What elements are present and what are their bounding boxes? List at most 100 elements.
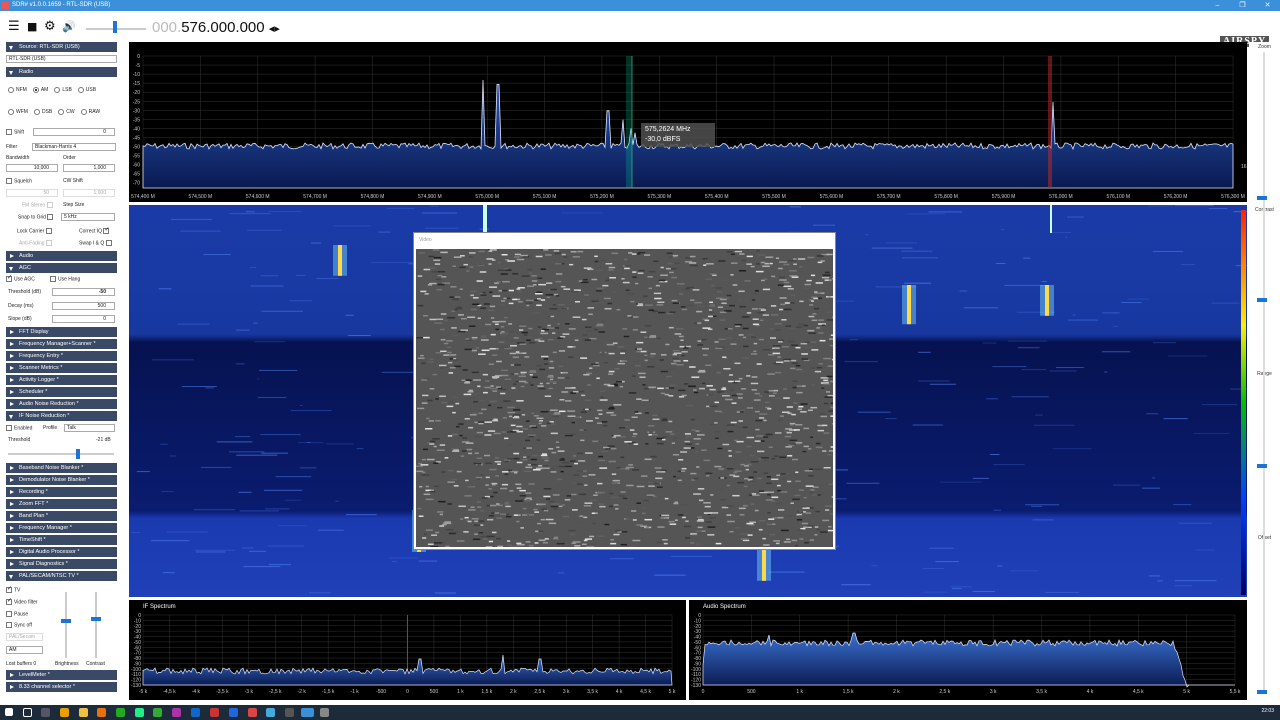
radio-header[interactable]: Radio [6, 67, 117, 77]
video-window[interactable]: Video [413, 232, 841, 550]
plugin-header-1[interactable]: 8.33 channel selector * [6, 682, 117, 692]
mode-am-radio[interactable]: AM [32, 87, 48, 93]
plugin-header-6[interactable]: TimeShift * [6, 535, 117, 545]
squelch-input[interactable]: 50 [6, 189, 58, 197]
contrast-slider[interactable] [91, 592, 101, 658]
gear-icon[interactable]: ⚙ [44, 20, 56, 33]
fft-display-header[interactable]: FFT Display [6, 327, 117, 337]
lock-carrier-checkbox[interactable]: Lock Carrier [17, 228, 54, 235]
if-spectrum-panel[interactable]: IF Spectrum 0 -10 -20 -30 -40 -50 -60 -70 -80 -90… [129, 600, 686, 700]
plugin-header-1[interactable]: Frequency Entry * [6, 351, 117, 361]
mode-nfm-radio[interactable]: NFM [8, 87, 27, 93]
audio-spectrum-panel[interactable]: Audio Spectrum 0 -10 -20 -30 -40 -50 -60 -70 -80… [689, 600, 1247, 700]
plugin-header-5[interactable]: Audio Noise Reduction * [6, 399, 117, 409]
order-input[interactable]: 1,000 [63, 164, 115, 172]
folder-icon[interactable] [79, 708, 88, 717]
source-header[interactable]: Source: RTL-SDR (USB) [6, 42, 117, 52]
plugin-header-4[interactable]: Scheduler * [6, 387, 117, 397]
snap-to-grid-checkbox[interactable]: Snap to Grid [18, 214, 55, 221]
stop-icon[interactable]: ■ [27, 20, 37, 33]
search-icon[interactable] [23, 708, 32, 717]
mode-dsb-radio[interactable]: DSB [33, 109, 52, 115]
audio-header[interactable]: Audio [6, 251, 117, 261]
plugin-header-1[interactable]: Demodulator Noise Blanker * [6, 475, 117, 485]
range-slider[interactable] [1257, 464, 1267, 468]
plugin-header-8[interactable]: Signal Diagnostics * [6, 559, 117, 569]
app-icon-1[interactable] [135, 708, 144, 717]
anti-fading-checkbox[interactable]: Anti-Fading [19, 240, 54, 247]
plugin-header-3[interactable]: Activity Logger * [6, 375, 117, 385]
start-icon[interactable] [5, 708, 13, 716]
bandwidth-input[interactable]: 10,000 [6, 164, 58, 172]
squelch-checkbox[interactable]: Squelch [6, 178, 32, 185]
app-icon-8[interactable] [320, 708, 329, 717]
mode-usb-radio[interactable]: USB [77, 87, 96, 93]
if-spectrum-plot[interactable]: 0-10-20-30-40-50-60-70-80-90-100-110-120… [129, 600, 686, 700]
app-icon-3[interactable] [191, 708, 200, 717]
plugin-header-0[interactable]: Frequency Manager+Scanner * [6, 339, 117, 349]
firefox-icon[interactable] [97, 708, 106, 717]
fmstereo-checkbox[interactable]: FM Stereo [22, 202, 55, 209]
frequency-display[interactable]: 000.576.000.000 ◂▸ [152, 20, 280, 37]
cwshift-input[interactable]: 1,000 [63, 189, 115, 197]
nr-threshold-slider[interactable] [8, 449, 114, 459]
mode-wfm-radio[interactable]: WFM [8, 109, 28, 115]
app-icon-7[interactable] [285, 708, 294, 717]
tv-checkbox[interactable]: TV [6, 586, 20, 594]
agc-header[interactable]: AGC [6, 263, 117, 273]
plugin-header-7[interactable]: Digital Audio Processor * [6, 547, 117, 557]
pause-checkbox[interactable]: Pause [6, 611, 28, 618]
stepsize-select[interactable]: 5 kHz [61, 213, 115, 221]
menu-icon[interactable]: ☰ [8, 20, 20, 33]
shift-value[interactable]: 0 [33, 128, 115, 136]
app-icon-4[interactable] [210, 708, 219, 717]
plugin-header-2[interactable]: Recording * [6, 487, 117, 497]
nr-profile-select[interactable]: Talk [64, 424, 115, 432]
nr-enabled-checkbox[interactable]: Enabled [6, 425, 32, 432]
excel-icon[interactable] [153, 708, 162, 717]
plugin-header-9[interactable]: PAL/SECAM/NTSC TV * [6, 571, 117, 581]
app-icon-5[interactable] [229, 708, 238, 717]
video-filter-checkbox[interactable]: Video filter [6, 598, 38, 606]
app-icon-6[interactable] [266, 708, 275, 717]
use-agc-checkbox[interactable]: Use AGC [6, 275, 35, 283]
spectrum-plot[interactable]: 0-5-10-15-20-25-30-35-40-45-50-55-60-65-… [129, 42, 1247, 202]
plugin-header-0[interactable]: LevelMeter * [6, 670, 117, 680]
plugin-header-6[interactable]: IF Noise Reduction * [6, 411, 117, 421]
audio-spectrum-plot[interactable]: 0-10-20-30-40-50-60-70-80-90-100-110-120… [689, 600, 1247, 700]
mode-raw-radio[interactable]: RAW [80, 109, 100, 115]
zoom-slider[interactable] [1257, 196, 1267, 200]
swap-iq-checkbox[interactable]: Swap I & Q [79, 240, 114, 247]
tv-standard-select[interactable]: PAL/Secam [6, 633, 43, 641]
filter-select[interactable]: Blackman-Harris 4 [32, 143, 116, 151]
plugin-header-5[interactable]: Frequency Manager * [6, 523, 117, 533]
app-icon-2[interactable] [172, 708, 181, 717]
correct-iq-checkbox[interactable]: Correct IQ [79, 227, 111, 235]
sync-off-checkbox[interactable]: Sync off [6, 622, 32, 629]
volume-slider[interactable] [86, 21, 146, 33]
plugin-header-4[interactable]: Band Plan * [6, 511, 117, 521]
plugin-header-2[interactable]: Scanner Metrics * [6, 363, 117, 373]
maximize-button[interactable]: ❐ [1230, 0, 1255, 11]
sdrsharp-taskbar-icon[interactable] [301, 708, 314, 717]
minimize-button[interactable]: – [1205, 0, 1230, 11]
offset-slider[interactable] [1257, 690, 1267, 694]
explorer-icon[interactable] [60, 708, 69, 717]
close-button[interactable]: ✕ [1255, 0, 1280, 11]
brightness-slider[interactable] [61, 592, 71, 658]
shift-checkbox[interactable]: Shift [6, 129, 24, 136]
contrast-slider-right[interactable] [1257, 298, 1267, 302]
tv-modulation-select[interactable]: AM [6, 646, 43, 654]
chrome-icon[interactable] [248, 708, 257, 717]
decay-input[interactable]: 500 [52, 302, 115, 310]
volume-icon[interactable]: 🔊 [62, 20, 76, 33]
task-view-icon[interactable] [41, 708, 50, 717]
use-hang-checkbox[interactable]: Use Hang [50, 276, 80, 283]
mode-lsb-radio[interactable]: LSB [54, 87, 72, 93]
spotify-icon[interactable] [116, 708, 125, 717]
fft-spectrum[interactable]: 0 -5 -10 -15 -20 -25 -30 -35 -40 -45 -50 -55 -60 -65-… [129, 42, 1247, 202]
slope-input[interactable]: 0 [52, 315, 115, 323]
plugin-header-0[interactable]: Baseband Noise Blanker * [6, 463, 117, 473]
plugin-header-3[interactable]: Zoom FFT * [6, 499, 117, 509]
threshold-input[interactable]: -50 [52, 288, 115, 296]
